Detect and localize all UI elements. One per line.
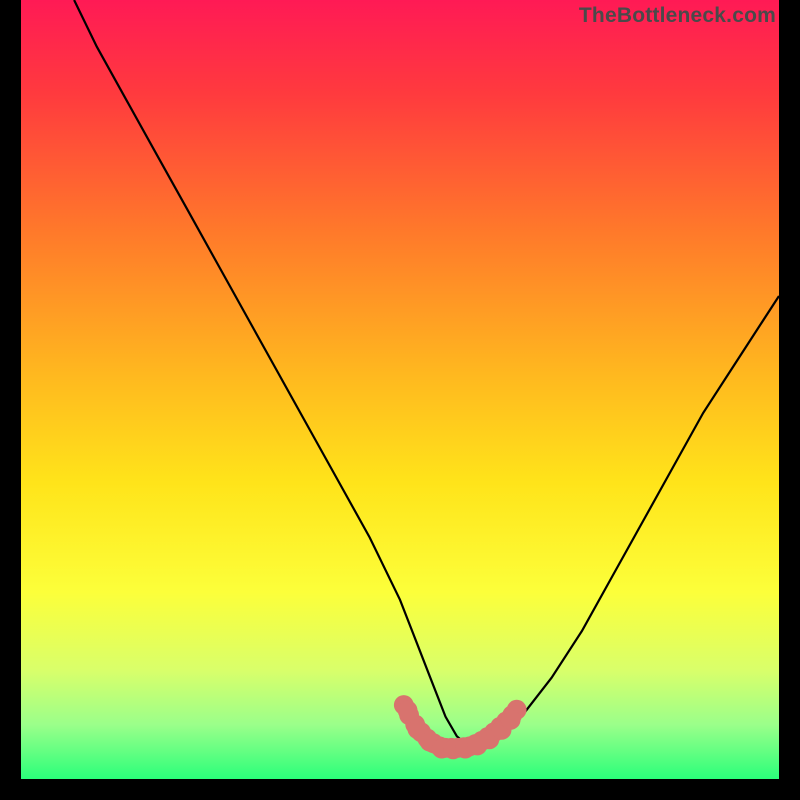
bottleneck-chart [21,0,779,779]
chart-frame [21,0,779,779]
watermark-text: TheBottleneck.com [579,4,776,28]
